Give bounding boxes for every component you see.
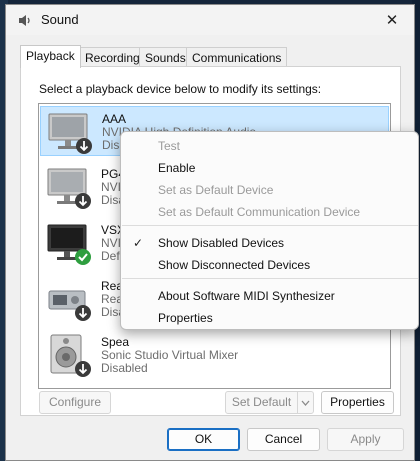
chevron-down-icon[interactable] xyxy=(297,392,313,413)
cancel-button[interactable]: Cancel xyxy=(247,428,320,451)
menu-item-label: Show Disabled Devices xyxy=(158,236,285,250)
menu-item-set-default-device[interactable]: Set as Default Device xyxy=(121,179,418,201)
menu-item-test[interactable]: Test xyxy=(121,135,418,157)
menu-item-label: About Software MIDI Synthesizer xyxy=(158,289,335,303)
set-default-button[interactable]: Set Default xyxy=(225,391,314,414)
device-description: Sonic Studio Virtual Mixer xyxy=(101,348,239,362)
menu-separator xyxy=(122,225,418,226)
menu-item-set-default-communication-device[interactable]: Set as Default Communication Device xyxy=(121,201,418,223)
tab-sounds[interactable]: Sounds xyxy=(139,47,192,67)
check-icon: ✓ xyxy=(132,236,144,250)
menu-item-enable[interactable]: Enable xyxy=(121,157,418,179)
speaker-device-icon xyxy=(48,290,91,321)
instruction-text: Select a playback device below to modify… xyxy=(39,82,322,96)
menu-separator xyxy=(122,278,418,279)
tab-communications[interactable]: Communications xyxy=(186,47,288,67)
menu-item-show-disabled-devices[interactable]: ✓ Show Disabled Devices xyxy=(121,232,418,254)
menu-item-label: Set as Default Device xyxy=(158,183,274,197)
menu-item-properties[interactable]: Properties xyxy=(121,307,418,329)
menu-item-label: Properties xyxy=(158,311,213,325)
monitor-icon xyxy=(48,113,92,154)
close-button[interactable]: ✕ xyxy=(370,5,414,35)
menu-item-label: Test xyxy=(158,139,181,153)
check-badge-icon xyxy=(75,249,91,265)
monitor-dark-icon xyxy=(47,224,91,265)
set-default-label: Set Default xyxy=(231,395,292,409)
menu-item-label: Set as Default Communication Device xyxy=(158,205,361,219)
ok-button[interactable]: OK xyxy=(167,428,240,451)
menu-item-label: Show Disconnected Devices xyxy=(158,258,311,272)
menu-item-about-midi-synth[interactable]: About Software MIDI Synthesizer xyxy=(121,285,418,307)
configure-button[interactable]: Configure xyxy=(39,391,111,414)
apply-button[interactable]: Apply xyxy=(327,428,404,451)
device-status: Disabled xyxy=(101,361,148,375)
speaker-icon xyxy=(50,334,91,377)
window-title: Sound xyxy=(41,12,79,27)
device-item-speakers[interactable]: Spea Sonic Studio Virtual Mixer Disabled xyxy=(40,330,389,380)
monitor-icon xyxy=(47,168,91,209)
device-properties-button[interactable]: Properties xyxy=(321,391,394,414)
menu-item-show-disconnected-devices[interactable]: Show Disconnected Devices xyxy=(121,254,418,276)
tab-recording[interactable]: Recording xyxy=(79,47,146,67)
title-bar[interactable]: Sound ✕ xyxy=(6,5,414,35)
tab-playback[interactable]: Playback xyxy=(20,45,81,68)
device-name: Spea xyxy=(101,335,130,349)
device-name: AAA xyxy=(102,112,127,126)
menu-item-label: Enable xyxy=(158,161,196,175)
context-menu: Test Enable Set as Default Device Set as… xyxy=(120,131,419,330)
close-icon: ✕ xyxy=(385,12,399,29)
sound-app-icon xyxy=(19,15,30,26)
